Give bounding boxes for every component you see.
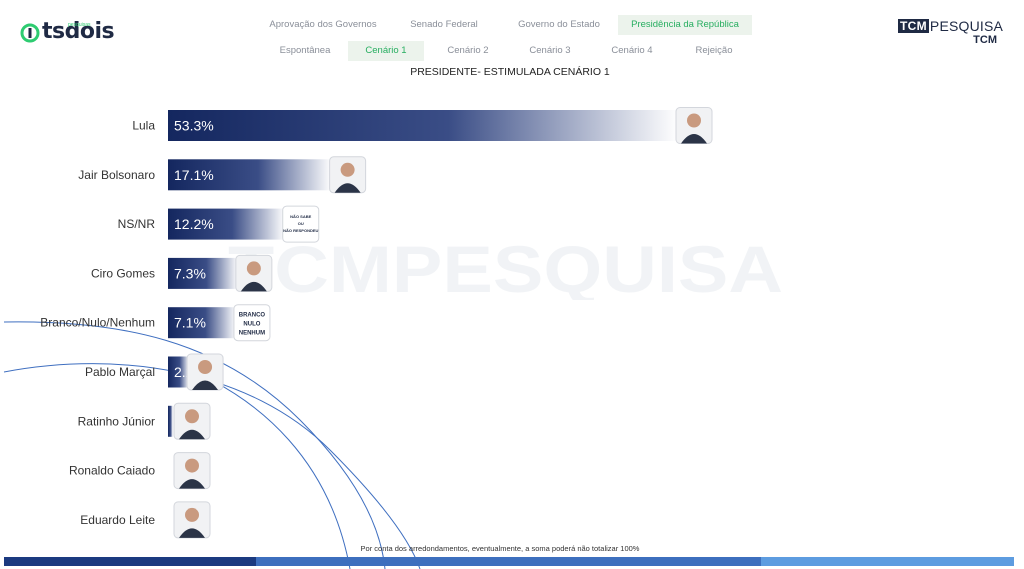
badge-text: BRANCO (239, 313, 266, 319)
candidate-photo (329, 156, 367, 194)
bottom-bar-segment-2 (256, 557, 761, 566)
chart-bars: Lula 53.3% Jair Bolsonaro 17.1% NS/NR 12.2% NÃ… (40, 107, 713, 539)
bottom-bar-segment-3 (761, 557, 1014, 566)
person-head-icon (340, 162, 355, 177)
badge-text: NÃO SABE (290, 214, 311, 219)
candidate-photo (173, 452, 211, 490)
text-badge: BRANCO NULO NENHUM (233, 304, 271, 342)
bar (168, 405, 173, 437)
data-label: 17.1% (174, 167, 214, 183)
candidate-photo (235, 254, 273, 292)
category-label: Eduardo Leite (80, 513, 155, 527)
category-label: Jair Bolsonaro (78, 168, 155, 182)
data-label: 7.3% (174, 265, 206, 281)
candidate-photo (173, 402, 211, 440)
text-badge: NÃO SABE OU NÃO RESPONDEU (282, 205, 320, 243)
data-label: 12.2% (174, 216, 214, 232)
bar-chart: Lula 53.3% Jair Bolsonaro 17.1% NS/NR 12.2% NÃ… (40, 107, 713, 539)
data-label: 7.1% (174, 315, 206, 331)
category-label: Ciro Gomes (91, 266, 155, 280)
bottom-bar-segment-1 (4, 557, 256, 566)
footnote: Por conta dos arredondamentos, eventualm… (360, 544, 640, 553)
person-head-icon (185, 458, 199, 473)
candidate-photo (186, 353, 224, 391)
person-head-icon (185, 409, 199, 424)
badge-text: NULO (243, 322, 260, 328)
data-label: 53.3% (174, 118, 214, 134)
person-head-icon (687, 113, 701, 128)
candidate-photo (173, 501, 211, 539)
category-label: Ratinho Júnior (78, 414, 155, 428)
candidate-photo (675, 107, 713, 144)
person-head-icon (198, 360, 213, 374)
bottom-color-bar (4, 557, 1014, 566)
badge-text: NÃO RESPONDEU (283, 228, 318, 233)
person-head-icon (185, 507, 199, 522)
category-label: NS/NR (118, 217, 156, 231)
badge-text: NENHUM (239, 331, 265, 337)
category-label: Branco/Nulo/Nenhum (40, 316, 155, 330)
person-head-icon (246, 261, 261, 276)
category-label: Lula (132, 119, 155, 133)
category-label: Ronaldo Caiado (69, 464, 155, 478)
bar (168, 110, 678, 141)
category-label: Pablo Marçal (85, 365, 155, 379)
badge-text: OU (298, 221, 304, 226)
